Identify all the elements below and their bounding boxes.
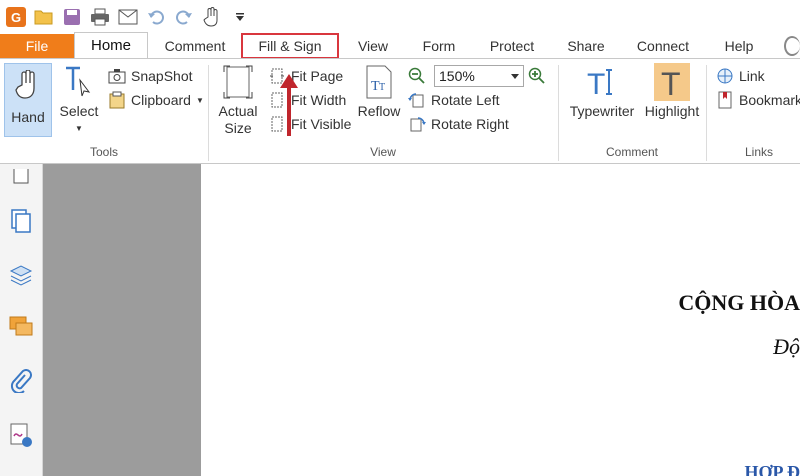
typewriter-label: Typewriter bbox=[569, 103, 635, 119]
reflow-label: Reflow bbox=[357, 103, 401, 119]
typewriter-icon: T bbox=[585, 63, 619, 101]
tab-home[interactable]: Home bbox=[74, 32, 148, 58]
select-button[interactable]: Select ▼ bbox=[58, 63, 100, 137]
save-icon[interactable] bbox=[62, 7, 82, 27]
open-folder-icon[interactable] bbox=[34, 7, 54, 27]
document-title-line: HỢP Đ bbox=[744, 462, 800, 476]
print-icon[interactable] bbox=[90, 7, 110, 27]
actual-size-label-1: Actual bbox=[218, 103, 258, 119]
fit-visible-button[interactable]: Fit Visible bbox=[268, 113, 351, 135]
rotate-right-label: Rotate Right bbox=[431, 116, 509, 132]
tools-group-label: Tools bbox=[89, 145, 118, 159]
svg-text:T: T bbox=[587, 68, 605, 100]
ribbon-home: Hand Select ▼ SnapShot Clipboard ▼ Tools… bbox=[0, 58, 800, 164]
tab-share[interactable]: Share bbox=[554, 34, 618, 58]
clipboard-label: Clipboard bbox=[131, 92, 191, 108]
zoom-in-icon bbox=[528, 67, 546, 85]
zoom-out-button[interactable] bbox=[408, 65, 426, 87]
pages-icon[interactable] bbox=[9, 208, 33, 234]
hand-tool-icon[interactable] bbox=[202, 7, 222, 27]
tab-fill-sign[interactable]: Fill & Sign bbox=[241, 33, 339, 59]
comment-group-label: Comment bbox=[605, 145, 658, 159]
zoom-select[interactable]: 150% bbox=[434, 65, 524, 87]
view-group-label: View bbox=[370, 145, 396, 159]
camera-icon bbox=[108, 67, 126, 85]
fit-page-label: Fit Page bbox=[291, 68, 344, 84]
actual-size-icon bbox=[221, 63, 255, 101]
undo-icon[interactable] bbox=[146, 7, 166, 27]
actual-size-button[interactable]: Actual Size bbox=[216, 63, 260, 137]
fit-visible-icon bbox=[268, 115, 286, 133]
snapshot-label: SnapShot bbox=[131, 68, 193, 84]
clipboard-icon bbox=[108, 91, 126, 109]
bookmark-button[interactable]: Bookmark bbox=[716, 89, 800, 111]
attachment-icon[interactable] bbox=[9, 368, 33, 394]
zoom-out-icon bbox=[408, 67, 426, 85]
tab-protect[interactable]: Protect bbox=[470, 34, 554, 58]
select-dropdown-icon[interactable]: ▼ bbox=[75, 120, 83, 137]
hand-button[interactable]: Hand bbox=[4, 63, 52, 137]
link-button[interactable]: Link bbox=[716, 65, 765, 87]
links-group-label: Links bbox=[744, 145, 773, 159]
hand-label: Hand bbox=[11, 109, 45, 125]
typewriter-button[interactable]: T Typewriter bbox=[566, 63, 638, 120]
document-canvas-background bbox=[43, 164, 201, 476]
rotate-left-icon bbox=[408, 91, 426, 109]
rotate-right-icon bbox=[408, 115, 426, 133]
select-text-icon bbox=[62, 63, 96, 101]
app-logo[interactable]: G bbox=[6, 7, 26, 27]
tab-comment[interactable]: Comment bbox=[148, 34, 242, 58]
svg-text:T: T bbox=[661, 66, 681, 99]
tab-file[interactable]: File bbox=[0, 34, 74, 58]
actual-size-label-2: Size bbox=[224, 120, 252, 136]
tab-connect[interactable]: Connect bbox=[618, 34, 708, 58]
zoom-value: 150% bbox=[439, 68, 475, 84]
highlight-button[interactable]: T Highlight bbox=[642, 63, 702, 120]
reflow-icon: TT bbox=[362, 63, 396, 101]
clipboard-button[interactable]: Clipboard ▼ bbox=[108, 89, 204, 111]
signature-icon[interactable] bbox=[9, 422, 33, 448]
tab-form[interactable]: Form bbox=[408, 34, 470, 58]
fit-width-button[interactable]: Fit Width bbox=[268, 89, 346, 111]
navigation-sidebar bbox=[0, 164, 43, 476]
highlight-label: Highlight bbox=[644, 103, 700, 119]
dropdown-icon[interactable] bbox=[230, 7, 250, 27]
redo-icon[interactable] bbox=[174, 7, 194, 27]
snapshot-button[interactable]: SnapShot bbox=[108, 65, 193, 87]
search-help-icon[interactable] bbox=[784, 36, 800, 56]
zoom-caret-icon[interactable] bbox=[511, 73, 519, 79]
link-icon bbox=[716, 67, 734, 85]
document-heading-line: CỘNG HÒA bbox=[678, 290, 800, 315]
clipboard-dropdown-icon[interactable]: ▼ bbox=[196, 96, 204, 105]
tab-view[interactable]: View bbox=[338, 34, 408, 58]
fit-visible-label: Fit Visible bbox=[291, 116, 352, 132]
reflow-button[interactable]: TT Reflow bbox=[356, 63, 402, 120]
comments-panel-icon[interactable] bbox=[9, 314, 33, 340]
fit-width-label: Fit Width bbox=[291, 92, 347, 108]
select-label: Select bbox=[59, 103, 99, 119]
zoom-in-button[interactable] bbox=[528, 65, 546, 87]
annotation-arrow bbox=[280, 74, 298, 136]
bookmark-label: Bookmark bbox=[739, 92, 800, 108]
hand-icon bbox=[15, 69, 41, 103]
rotate-left-label: Rotate Left bbox=[431, 92, 500, 108]
rotate-right-button[interactable]: Rotate Right bbox=[408, 113, 509, 135]
email-icon[interactable] bbox=[118, 7, 138, 27]
rotate-left-button[interactable]: Rotate Left bbox=[408, 89, 500, 111]
document-page[interactable]: CỘNG HÒA Độ HỢP Đ bbox=[201, 164, 800, 476]
svg-text:T: T bbox=[379, 82, 385, 93]
link-label: Link bbox=[739, 68, 765, 84]
quick-access-toolbar: G bbox=[0, 0, 800, 34]
tab-help[interactable]: Help bbox=[708, 34, 770, 58]
ribbon-tabs: File Home Comment Fill & Sign View Form … bbox=[0, 32, 800, 59]
page-thumbnail-icon[interactable] bbox=[9, 164, 33, 190]
bookmark-icon bbox=[716, 91, 734, 109]
fit-width-icon bbox=[268, 91, 286, 109]
layers-icon[interactable] bbox=[9, 262, 33, 288]
highlight-icon: T bbox=[654, 63, 690, 101]
document-subheading-line: Độ bbox=[773, 334, 800, 359]
